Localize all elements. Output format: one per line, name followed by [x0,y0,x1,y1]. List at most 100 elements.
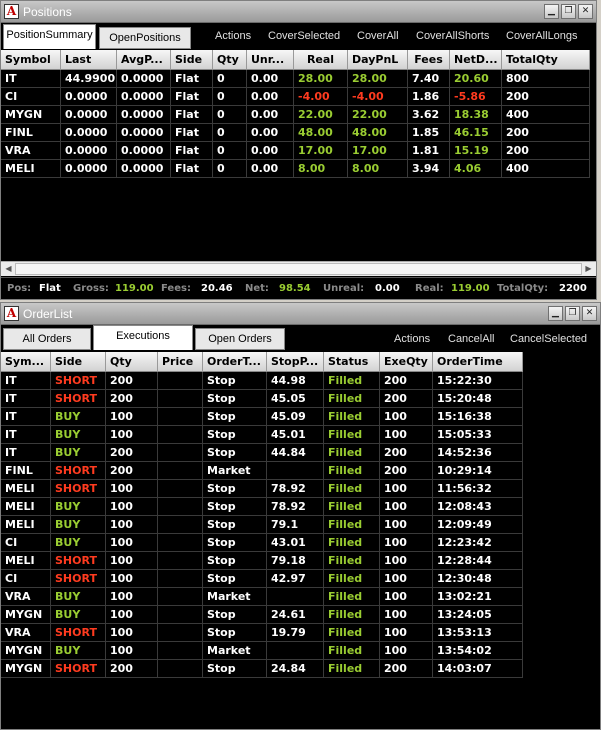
positions-hscrollbar[interactable]: ◀ ▶ [1,261,596,276]
positions-actions-menu[interactable]: Actions [215,29,251,43]
cover-selected-button[interactable]: CoverSelected [268,29,340,43]
scroll-right-icon[interactable]: ▶ [582,263,595,275]
cover-all-shorts-button[interactable]: CoverAllShorts [416,29,489,43]
cell-daypnl: 8.00 [348,160,408,178]
col-stop-price[interactable]: StopP... [267,352,324,372]
cancel-selected-button[interactable]: CancelSelected [510,332,587,346]
table-row[interactable]: VRA SHORT 100 Stop 19.79 Filled 100 13:53:13 [1,624,523,642]
table-row[interactable]: IT 44.9900 0.0000 Flat 0 0.00 28.00 28.00 7.40 20… [1,70,590,88]
app-logo-icon: A [4,4,19,19]
orderlist-empty-area [1,682,600,729]
table-row[interactable]: MYGN SHORT 200 Stop 24.84 Filled 200 14:03:07 [1,660,523,678]
col-exe-qty[interactable]: ExeQty [380,352,433,372]
cell-exe-qty: 200 [380,372,433,390]
col-price[interactable]: Price [158,352,203,372]
tab-all-orders[interactable]: All Orders [3,328,91,350]
cell-side: BUY [51,642,106,660]
tab-executions[interactable]: Executions [93,325,193,350]
restore-icon[interactable]: ❐ [561,4,576,19]
col-symbol[interactable]: Symbol [1,50,61,70]
tab-open-orders[interactable]: Open Orders [195,328,285,350]
cell-price [158,660,203,678]
cover-all-button[interactable]: CoverAll [357,29,399,43]
cell-order-type: Stop [203,624,267,642]
table-row[interactable]: MYGN 0.0000 0.0000 Flat 0 0.00 22.00 22.00 3.62 1… [1,106,590,124]
tab-position-summary[interactable]: PositionSummary [3,24,96,49]
cell-daypnl: -4.00 [348,88,408,106]
table-row[interactable]: MELI SHORT 100 Stop 79.18 Filled 100 12:28:44 [1,552,523,570]
col-order-time[interactable]: OrderTime [433,352,523,372]
table-row[interactable]: FINL SHORT 200 Market Filled 200 10:29:14 [1,462,523,480]
status-totalqty-label: TotalQty: [497,283,549,294]
col-unrealized[interactable]: Unr... [247,50,294,70]
cell-order-time: 13:02:21 [433,588,523,606]
col-fees[interactable]: Fees [408,50,450,70]
col-qty[interactable]: Qty [213,50,247,70]
col-last[interactable]: Last [61,50,117,70]
cell-avg-price: 0.0000 [117,88,171,106]
cancel-all-button[interactable]: CancelAll [448,332,494,346]
restore-icon[interactable]: ❐ [565,306,580,321]
cell-order-time: 12:23:42 [433,534,523,552]
table-row[interactable]: IT SHORT 200 Stop 44.98 Filled 200 15:22:30 [1,372,523,390]
cell-symbol: MYGN [1,606,51,624]
col-order-type[interactable]: OrderT... [203,352,267,372]
cell-real: 17.00 [294,142,348,160]
cell-price [158,624,203,642]
cover-all-longs-button[interactable]: CoverAllLongs [506,29,578,43]
table-row[interactable]: IT SHORT 200 Stop 45.05 Filled 200 15:20:48 [1,390,523,408]
col-status[interactable]: Status [324,352,380,372]
cell-exe-qty: 100 [380,426,433,444]
table-row[interactable]: MYGN BUY 100 Stop 24.61 Filled 100 13:24:05 [1,606,523,624]
cell-symbol: CI [1,534,51,552]
table-row[interactable]: IT BUY 100 Stop 45.01 Filled 100 15:05:33 [1,426,523,444]
cell-qty: 0 [213,160,247,178]
col-daypnl[interactable]: DayPnL [348,50,408,70]
cell-daypnl: 22.00 [348,106,408,124]
table-row[interactable]: VRA 0.0000 0.0000 Flat 0 0.00 17.00 17.00 1.81 15… [1,142,590,160]
table-row[interactable]: CI SHORT 100 Stop 42.97 Filled 100 12:30:48 [1,570,523,588]
positions-titlebar[interactable]: A Positions ▁ ❐ ✕ [1,1,596,23]
table-row[interactable]: CI BUY 100 Stop 43.01 Filled 100 12:23:42 [1,534,523,552]
cell-status: Filled [324,534,380,552]
cell-qty: 100 [106,570,158,588]
col-side[interactable]: Side [171,50,213,70]
cell-qty: 100 [106,480,158,498]
cell-order-type: Stop [203,570,267,588]
positions-status-bar: Pos: Flat Gross: 119.00 Fees: 20.46 Net:… [1,277,596,299]
cell-stop-price: 42.97 [267,570,324,588]
table-row[interactable]: MYGN BUY 100 Market Filled 100 13:54:02 [1,642,523,660]
table-row[interactable]: IT BUY 100 Stop 45.09 Filled 100 15:16:38 [1,408,523,426]
table-row[interactable]: MELI 0.0000 0.0000 Flat 0 0.00 8.00 8.00 3.94 4.0… [1,160,590,178]
scroll-left-icon[interactable]: ◀ [2,263,15,275]
cell-real: 22.00 [294,106,348,124]
table-row[interactable]: VRA BUY 100 Market Filled 100 13:02:21 [1,588,523,606]
orderlist-titlebar[interactable]: A OrderList ▁ ❐ ✕ [1,303,600,325]
cell-stop-price: 24.61 [267,606,324,624]
orderlist-actions-menu[interactable]: Actions [394,332,430,346]
app-logo-icon: A [4,306,19,321]
col-symbol[interactable]: Sym... [1,352,51,372]
col-side[interactable]: Side [51,352,106,372]
col-net-d[interactable]: NetD... [450,50,502,70]
col-qty[interactable]: Qty [106,352,158,372]
cell-real: 8.00 [294,160,348,178]
cell-order-time: 11:56:32 [433,480,523,498]
table-row[interactable]: MELI BUY 100 Stop 78.92 Filled 100 12:08:43 [1,498,523,516]
table-row[interactable]: MELI SHORT 100 Stop 78.92 Filled 100 11:56:32 [1,480,523,498]
tab-open-positions[interactable]: OpenPositions [99,27,191,49]
table-row[interactable]: CI 0.0000 0.0000 Flat 0 0.00 -4.00 -4.00 1.86 -5.… [1,88,590,106]
cell-status: Filled [324,660,380,678]
close-icon[interactable]: ✕ [582,306,597,321]
cell-order-type: Stop [203,426,267,444]
col-real[interactable]: Real [294,50,348,70]
scroll-thumb[interactable] [15,263,582,275]
table-row[interactable]: MELI BUY 100 Stop 79.1 Filled 100 12:09:49 [1,516,523,534]
minimize-icon[interactable]: ▁ [548,306,563,321]
col-total-qty[interactable]: TotalQty [502,50,590,70]
minimize-icon[interactable]: ▁ [544,4,559,19]
col-avg-price[interactable]: AvgP... [117,50,171,70]
close-icon[interactable]: ✕ [578,4,593,19]
table-row[interactable]: FINL 0.0000 0.0000 Flat 0 0.00 48.00 48.00 1.85 4… [1,124,590,142]
table-row[interactable]: IT BUY 200 Stop 44.84 Filled 200 14:52:36 [1,444,523,462]
